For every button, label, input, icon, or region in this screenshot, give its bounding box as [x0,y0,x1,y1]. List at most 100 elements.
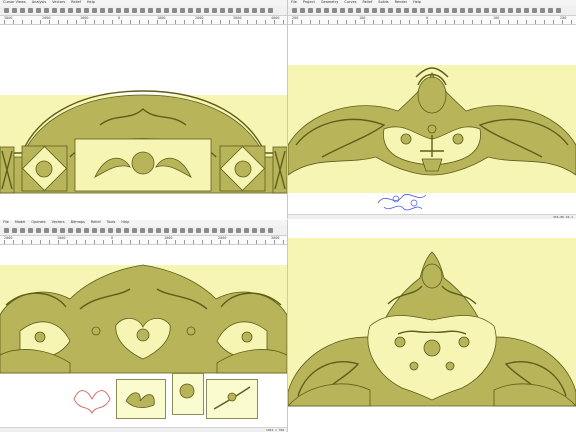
toolbar-button-icon[interactable] [60,8,65,13]
toolbar-button-icon[interactable] [44,228,49,233]
menu-item[interactable]: Relief [71,1,81,5]
toolbar-button-icon[interactable] [380,8,385,13]
toolbar-button-icon[interactable] [92,228,97,233]
menu-item[interactable]: Vectors [52,1,65,5]
toolbar-button-icon[interactable] [484,8,489,13]
toolbar-button-icon[interactable] [428,8,433,13]
menu-item[interactable]: Help [121,221,129,225]
toolbar-button-icon[interactable] [228,228,233,233]
toolbar-button-icon[interactable] [188,228,193,233]
toolbar-button-icon[interactable] [12,8,17,13]
menu-item[interactable]: Bitmaps [71,221,85,225]
toolbar-button-icon[interactable] [132,8,137,13]
toolbar-button-icon[interactable] [476,8,481,13]
toolbar-button-icon[interactable] [492,8,497,13]
toolbar-button-icon[interactable] [324,8,329,13]
toolbar-button-icon[interactable] [508,8,513,13]
toolbar-button-icon[interactable] [364,8,369,13]
menu-item[interactable]: Operate [31,221,45,225]
toolbar-button-icon[interactable] [396,8,401,13]
toolbar-button-icon[interactable] [116,228,121,233]
toolbar-button-icon[interactable] [92,8,97,13]
menu-item[interactable]: Help [413,1,421,5]
toolbar-button-icon[interactable] [340,8,345,13]
thumbnail-flower[interactable] [172,373,204,415]
toolbar-button-icon[interactable] [36,228,41,233]
menu-item[interactable]: Project [303,1,315,5]
toolbar-button-icon[interactable] [28,228,33,233]
toolbar-button-icon[interactable] [116,8,121,13]
toolbar-button-icon[interactable] [540,8,545,13]
toolbar-button-icon[interactable] [124,8,129,13]
menu-item[interactable]: Render [395,1,407,5]
toolbar-button-icon[interactable] [188,8,193,13]
toolbar-button-icon[interactable] [268,8,273,13]
toolbar-button-icon[interactable] [212,228,217,233]
menu-item[interactable]: File [3,221,9,225]
toolbar-button-icon[interactable] [132,228,137,233]
toolbar-button-icon[interactable] [556,8,561,13]
toolbar-button-icon[interactable] [172,228,177,233]
toolbar-button-icon[interactable] [236,228,241,233]
toolbar-button-icon[interactable] [4,228,9,233]
menu-item[interactable]: File [291,1,297,5]
menu-item[interactable]: Curves [344,1,356,5]
toolbar-button-icon[interactable] [36,8,41,13]
toolbar-button-icon[interactable] [108,8,113,13]
toolbar-button-icon[interactable] [220,8,225,13]
toolbar-button-icon[interactable] [292,8,297,13]
toolbar-button-icon[interactable] [252,228,257,233]
toolbar-button-icon[interactable] [172,8,177,13]
toolbar-button-icon[interactable] [404,8,409,13]
toolbar-button-icon[interactable] [52,8,57,13]
toolbar-button-icon[interactable] [124,228,129,233]
toolbar-button-icon[interactable] [100,228,105,233]
menu-item[interactable]: Tools [107,221,116,225]
toolbar-button-icon[interactable] [28,8,33,13]
toolbar-button-icon[interactable] [20,228,25,233]
toolbar-button-icon[interactable] [84,8,89,13]
menu-item[interactable]: Cursor Views [3,1,26,5]
toolbar-button-icon[interactable] [308,8,313,13]
toolbar-button-icon[interactable] [148,228,153,233]
toolbar-button-icon[interactable] [260,8,265,13]
menu-item[interactable]: Model [15,221,26,225]
toolbar-button-icon[interactable] [372,8,377,13]
toolbar-button-icon[interactable] [60,228,65,233]
toolbar-button-icon[interactable] [212,8,217,13]
design-canvas[interactable] [0,25,287,215]
toolbar-button-icon[interactable] [228,8,233,13]
toolbar-button-icon[interactable] [500,8,505,13]
toolbar-button-icon[interactable] [468,8,473,13]
toolbar-button-icon[interactable] [332,8,337,13]
horizontal-ruler[interactable]: 2000 1000 0 1000 2000 3000 [0,236,287,245]
toolbar-button-icon[interactable] [196,8,201,13]
toolbar-button-icon[interactable] [140,8,145,13]
toolbar-button-icon[interactable] [268,228,273,233]
thumbnail-branch[interactable] [206,379,258,419]
toolbar-button-icon[interactable] [76,228,81,233]
toolbar-button-icon[interactable] [52,228,57,233]
horizontal-ruler[interactable]: 3000 2000 1000 0 1000 2000 3000 4000 [0,16,287,25]
toolbar-button-icon[interactable] [300,8,305,13]
toolbar-button-icon[interactable] [100,8,105,13]
toolbar-button-icon[interactable] [180,228,185,233]
toolbar-button-icon[interactable] [140,228,145,233]
toolbar-button-icon[interactable] [44,8,49,13]
toolbar-button-icon[interactable] [524,8,529,13]
toolbar-button-icon[interactable] [388,8,393,13]
toolbar-button-icon[interactable] [196,228,201,233]
toolbar-button-icon[interactable] [180,8,185,13]
toolbar-button-icon[interactable] [204,8,209,13]
toolbar-button-icon[interactable] [68,8,73,13]
toolbar-button-icon[interactable] [164,8,169,13]
toolbar-button-icon[interactable] [460,8,465,13]
thumbnail-bird-pair[interactable] [116,379,166,419]
toolbar-button-icon[interactable] [204,228,209,233]
toolbar-button-icon[interactable] [84,228,89,233]
menu-item[interactable]: Relief [91,221,101,225]
design-canvas[interactable] [288,25,576,215]
toolbar-button-icon[interactable] [452,8,457,13]
toolbar-button-icon[interactable] [420,8,425,13]
toolbar-button-icon[interactable] [548,8,553,13]
